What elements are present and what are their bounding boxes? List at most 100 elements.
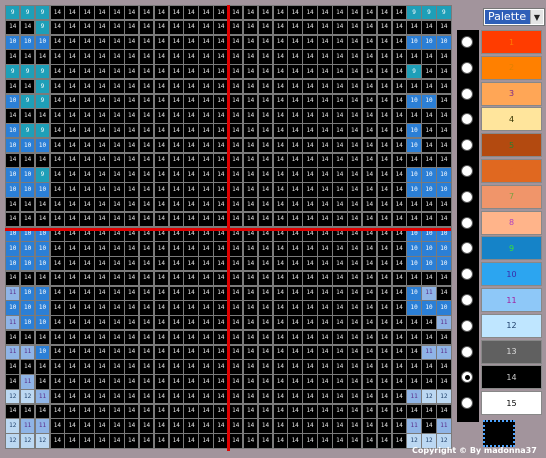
- grid-cell[interactable]: 14: [198, 270, 214, 287]
- grid-cell[interactable]: 14: [302, 315, 318, 331]
- grid-cell[interactable]: 14: [138, 64, 155, 80]
- grid-cell[interactable]: 14: [19, 49, 36, 65]
- grid-cell[interactable]: 14: [109, 182, 125, 198]
- grid-cell[interactable]: 14: [317, 182, 333, 198]
- color-swatch-10[interactable]: 10: [481, 262, 542, 287]
- grid-cell[interactable]: 14: [332, 64, 348, 80]
- grid-cell[interactable]: 14: [123, 241, 140, 257]
- grid-cell[interactable]: 14: [376, 64, 393, 80]
- grid-cell[interactable]: 11: [421, 285, 437, 301]
- grid-cell[interactable]: 14: [123, 19, 140, 36]
- grid-cell[interactable]: 14: [391, 433, 407, 449]
- grid-cell[interactable]: 14: [436, 49, 452, 65]
- grid-cell[interactable]: 14: [242, 19, 259, 36]
- grid-cell[interactable]: 14: [242, 182, 259, 198]
- grid-cell[interactable]: 14: [228, 418, 244, 434]
- grid-cell[interactable]: 14: [361, 329, 378, 346]
- grid-cell[interactable]: 14: [346, 34, 363, 50]
- grid-cell[interactable]: 14: [317, 211, 333, 228]
- grid-cell[interactable]: 14: [257, 359, 274, 375]
- grid-cell[interactable]: 14: [34, 196, 51, 213]
- grid-cell[interactable]: 14: [153, 315, 170, 331]
- grid-cell[interactable]: 14: [94, 270, 110, 287]
- grid-cell[interactable]: 14: [49, 256, 66, 272]
- grid-cell[interactable]: 14: [436, 403, 452, 420]
- grid-cell[interactable]: 10: [19, 300, 36, 316]
- grid-cell[interactable]: 14: [436, 19, 452, 36]
- grid-cell[interactable]: 10: [436, 182, 452, 198]
- grid-cell[interactable]: 14: [228, 137, 244, 154]
- grid-cell[interactable]: 14: [228, 93, 244, 109]
- grid-cell[interactable]: 14: [168, 359, 184, 375]
- grid-cell[interactable]: 14: [123, 167, 140, 183]
- grid-cell[interactable]: 14: [361, 285, 378, 301]
- grid-cell[interactable]: 14: [346, 49, 363, 65]
- grid-cell[interactable]: 14: [421, 137, 437, 154]
- grid-cell[interactable]: 14: [153, 300, 170, 316]
- grid-cell[interactable]: 14: [94, 78, 110, 95]
- grid-cell[interactable]: 14: [242, 211, 259, 228]
- grid-cell[interactable]: 14: [332, 433, 348, 449]
- grid-cell[interactable]: 14: [19, 78, 36, 95]
- grid-cell[interactable]: 14: [272, 123, 289, 139]
- grid-cell[interactable]: 14: [49, 344, 66, 360]
- grid-cell[interactable]: 14: [5, 270, 21, 287]
- grid-cell[interactable]: 11: [5, 344, 21, 360]
- grid-cell[interactable]: 14: [5, 196, 21, 213]
- grid-cell[interactable]: 14: [302, 5, 318, 21]
- grid-cell[interactable]: 14: [79, 5, 95, 21]
- grid-cell[interactable]: 14: [332, 49, 348, 65]
- grid-cell[interactable]: 14: [406, 108, 422, 124]
- grid-cell[interactable]: 14: [109, 196, 125, 213]
- grid-cell[interactable]: 14: [94, 300, 110, 316]
- color-radio-10[interactable]: [461, 268, 473, 281]
- grid-cell[interactable]: 14: [228, 64, 244, 80]
- grid-cell[interactable]: 14: [272, 78, 289, 95]
- grid-cell[interactable]: 14: [138, 285, 155, 301]
- grid-cell[interactable]: 14: [79, 359, 95, 375]
- grid-cell[interactable]: 10: [5, 34, 21, 50]
- color-radio-3[interactable]: [461, 87, 473, 100]
- grid-cell[interactable]: 14: [64, 270, 80, 287]
- grid-cell[interactable]: 14: [376, 329, 393, 346]
- grid-cell[interactable]: 14: [198, 329, 214, 346]
- grid-cell[interactable]: 14: [272, 196, 289, 213]
- grid-cell[interactable]: 14: [317, 359, 333, 375]
- grid-cell[interactable]: 14: [49, 329, 66, 346]
- grid-cell[interactable]: 14: [332, 211, 348, 228]
- grid-cell[interactable]: 10: [406, 300, 422, 316]
- grid-cell[interactable]: 14: [421, 78, 437, 95]
- grid-cell[interactable]: 14: [183, 137, 199, 154]
- grid-cell[interactable]: 14: [317, 241, 333, 257]
- grid-cell[interactable]: 14: [183, 418, 199, 434]
- grid-cell[interactable]: 14: [272, 152, 289, 169]
- grid-cell[interactable]: 14: [421, 359, 437, 375]
- grid-cell[interactable]: 14: [49, 93, 66, 109]
- grid-cell[interactable]: 14: [287, 374, 303, 390]
- grid-cell[interactable]: 14: [49, 315, 66, 331]
- grid-cell[interactable]: 14: [109, 300, 125, 316]
- grid-cell[interactable]: 14: [391, 108, 407, 124]
- grid-cell[interactable]: 14: [49, 137, 66, 154]
- grid-cell[interactable]: 14: [332, 34, 348, 50]
- grid-cell[interactable]: 14: [406, 19, 422, 36]
- grid-cell[interactable]: 14: [257, 300, 274, 316]
- grid-cell[interactable]: 14: [302, 108, 318, 124]
- grid-cell[interactable]: 14: [138, 359, 155, 375]
- grid-cell[interactable]: 10: [19, 315, 36, 331]
- grid-cell[interactable]: 14: [138, 211, 155, 228]
- grid-cell[interactable]: 14: [332, 123, 348, 139]
- grid-cell[interactable]: 14: [332, 196, 348, 213]
- grid-cell[interactable]: 14: [361, 433, 378, 449]
- grid-cell[interactable]: 14: [64, 403, 80, 420]
- grid-cell[interactable]: 9: [34, 19, 51, 36]
- grid-cell[interactable]: 14: [346, 359, 363, 375]
- grid-cell[interactable]: 14: [94, 374, 110, 390]
- grid-cell[interactable]: 14: [123, 418, 140, 434]
- grid-cell[interactable]: 14: [123, 64, 140, 80]
- grid-cell[interactable]: 14: [287, 108, 303, 124]
- color-swatch-4[interactable]: 4: [481, 107, 542, 132]
- grid-cell[interactable]: 9: [19, 5, 36, 21]
- grid-cell[interactable]: 14: [94, 152, 110, 169]
- grid-cell[interactable]: 14: [257, 241, 274, 257]
